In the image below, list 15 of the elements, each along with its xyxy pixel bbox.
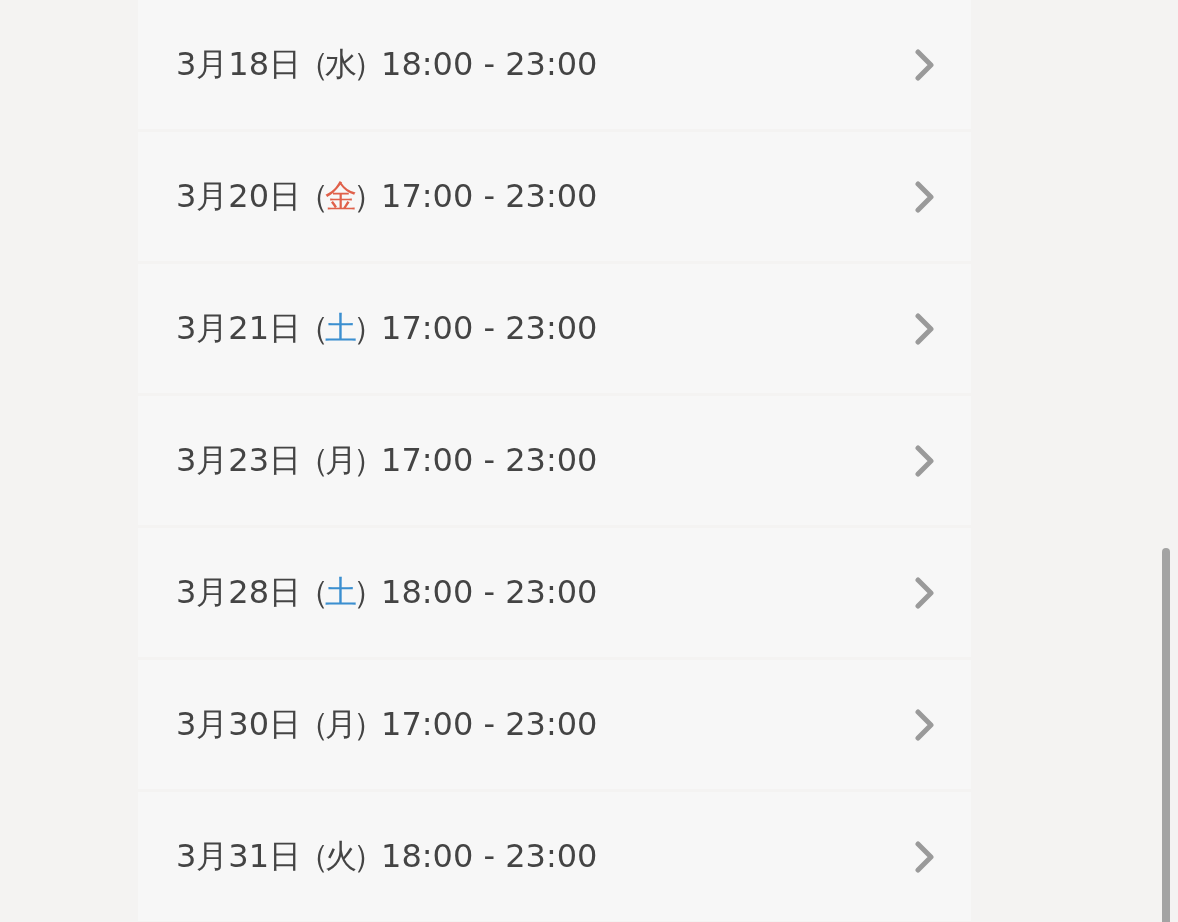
chevron-right-icon xyxy=(915,840,935,873)
chevron-right-icon xyxy=(915,576,935,609)
chevron-right-icon xyxy=(915,444,935,477)
schedule-row[interactable]: 3月28日（土）18:00 - 23:00 xyxy=(138,528,971,657)
chevron-right-icon xyxy=(915,48,935,81)
schedule-row[interactable]: 3月21日（土）17:00 - 23:00 xyxy=(138,264,971,393)
schedule-row[interactable]: 3月20日（金）17:00 - 23:00 xyxy=(138,132,971,261)
chevron-right-icon xyxy=(915,312,935,345)
chevron-right-icon xyxy=(915,180,935,213)
scrollbar[interactable] xyxy=(1162,548,1170,922)
schedule-row[interactable]: 3月23日（月）17:00 - 23:00 xyxy=(138,396,971,525)
schedule-row[interactable]: 3月31日（火）18:00 - 23:00 xyxy=(138,792,971,921)
schedule-row[interactable]: 3月18日（水）18:00 - 23:00 xyxy=(138,0,971,129)
schedule-row[interactable]: 3月30日（月）17:00 - 23:00 xyxy=(138,660,971,789)
chevron-right-icon xyxy=(915,708,935,741)
